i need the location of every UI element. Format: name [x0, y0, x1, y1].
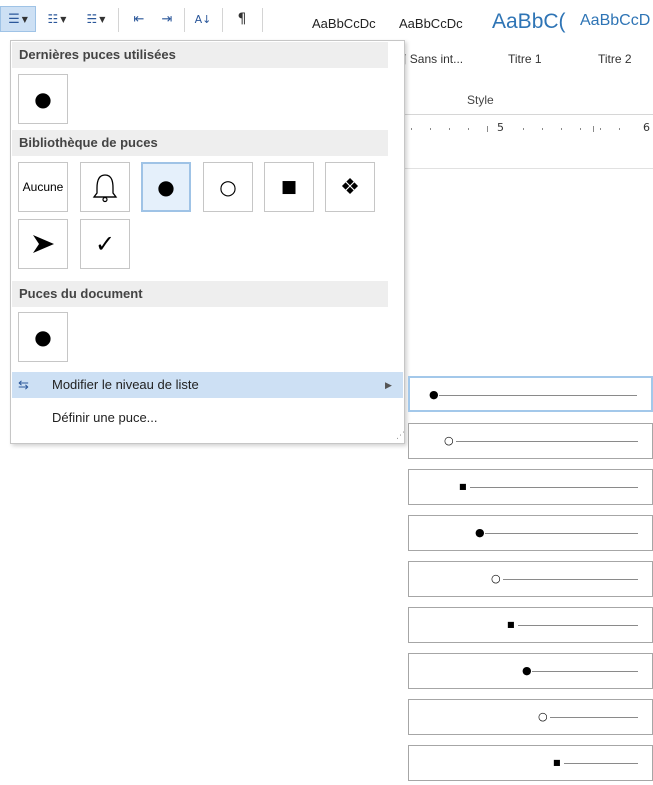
style-preview-heading2[interactable]: AaBbCcD [580, 12, 650, 30]
change-list-level-item[interactable]: ⇆ Modifier le niveau de liste ▶ [12, 372, 403, 398]
bullet-none-tile[interactable]: Aucune [18, 162, 68, 212]
list-level-6[interactable]: ■ [408, 607, 653, 643]
level-line [503, 579, 638, 580]
bullet-disc-tile[interactable]: ● [141, 162, 191, 212]
level-line [456, 441, 638, 442]
ribbon-bottom-border [403, 114, 653, 115]
list-level-2[interactable]: ○ [408, 423, 653, 459]
document-bullet-disc[interactable]: ● [18, 312, 68, 362]
bullet-library-dropdown: Dernières puces utilisées ● Bibliothèque… [10, 40, 405, 444]
bell-icon [92, 174, 118, 203]
define-bullet-item[interactable]: Définir une puce... [12, 405, 403, 431]
numbering-button[interactable]: ☷ ▼ [40, 6, 74, 32]
list-level-1[interactable]: ● [408, 376, 653, 412]
change-level-icon: ⇆ [18, 377, 29, 392]
define-bullet-label: Définir une puce... [52, 410, 158, 425]
increase-indent-icon: ⇥ [161, 11, 173, 27]
level-bullet: ○ [491, 572, 501, 585]
list-level-7[interactable]: ● [408, 653, 653, 689]
level-line [518, 625, 638, 626]
disc-bullet-icon: ● [157, 175, 175, 199]
level-line [550, 717, 638, 718]
toolbar-separator [184, 8, 185, 32]
change-list-level-label: Modifier le niveau de liste [52, 377, 199, 392]
ruler-ticks [411, 126, 620, 132]
increase-indent-button[interactable]: ⇥ [154, 6, 180, 32]
bullet-check-tile[interactable]: ✓ [80, 219, 130, 269]
style-name-no-spacing: ¶ Sans int... [400, 52, 464, 66]
arrowhead-bullet-icon [33, 235, 54, 253]
list-level-5[interactable]: ○ [408, 561, 653, 597]
list-level-3[interactable]: ■ [408, 469, 653, 505]
ruler-number-5: 5 [497, 121, 504, 134]
show-formatting-button[interactable]: ¶ [230, 6, 254, 32]
chevron-down-icon: ▼ [21, 14, 28, 24]
multilevel-list-icon: ☵ [86, 12, 98, 26]
chevron-down-icon: ▼ [99, 14, 106, 24]
disc-bullet-icon: ● [34, 87, 52, 111]
style-name-heading2: Titre 2 [598, 52, 632, 66]
circle-bullet-icon: ○ [219, 175, 237, 199]
level-line [564, 763, 638, 764]
list-level-9[interactable]: ■ [408, 745, 653, 781]
toolbar-separator [118, 8, 119, 32]
level-line [485, 533, 638, 534]
level-line [532, 671, 638, 672]
submenu-arrow-icon: ▶ [385, 380, 392, 390]
level-bullet: ○ [538, 710, 548, 723]
level-line [439, 395, 637, 396]
style-preview-no-spacing[interactable]: AaBbCcDc [399, 16, 463, 31]
bullet-circle-tile[interactable]: ○ [203, 162, 253, 212]
sort-button[interactable]: A↓ [190, 6, 216, 32]
decrease-indent-button[interactable]: ⇤ [126, 6, 152, 32]
level-bullet: ● [429, 388, 439, 401]
style-group-label: Style [467, 93, 494, 107]
numbering-icon: ☷ [47, 12, 59, 26]
style-preview-heading1[interactable]: AaBbC( [492, 10, 566, 34]
disc-bullet-icon: ● [34, 325, 52, 349]
ribbon-toolbar: ☰ ▼ ☷ ▼ ☵ ▼ ⇤ ⇥ A↓ ¶ AaBbCcDc AaBbCcDc AaBb… [0, 0, 653, 40]
pilcrow-icon: ¶ [237, 11, 247, 27]
level-bullet: ● [475, 526, 485, 539]
level-bullet: ● [522, 664, 532, 677]
sort-icon: A↓ [194, 12, 212, 26]
square-bullet-icon: ■ [280, 177, 298, 197]
recent-bullets-header: Dernières puces utilisées [12, 42, 388, 68]
bullets-icon: ☰ [8, 11, 20, 27]
bullet-bell-tile[interactable] [80, 162, 130, 212]
bullets-button[interactable]: ☰ ▼ [0, 6, 36, 32]
bullet-square-tile[interactable]: ■ [264, 162, 314, 212]
toolbar-separator [222, 8, 223, 32]
list-level-8[interactable]: ○ [408, 699, 653, 735]
style-preview-normal[interactable]: AaBbCcDc [312, 16, 376, 31]
bullet-diamond-tile[interactable]: ❖ [325, 162, 375, 212]
recent-bullet-disc[interactable]: ● [18, 74, 68, 124]
style-name-heading1: Titre 1 [508, 52, 542, 66]
level-bullet: ■ [507, 620, 515, 629]
bullet-library-header: Bibliothèque de puces [12, 130, 388, 156]
multilevel-list-button[interactable]: ☵ ▼ [78, 6, 114, 32]
level-bullet: ○ [444, 434, 454, 447]
chevron-down-icon: ▼ [60, 14, 67, 24]
check-bullet-icon: ✓ [94, 230, 116, 258]
ruler-number-6: 6 [643, 121, 650, 134]
level-bullet: ■ [459, 482, 467, 491]
document-bullets-header: Puces du document [12, 281, 388, 307]
diamond-bullet-icon: ❖ [340, 174, 360, 200]
list-level-4[interactable]: ● [408, 515, 653, 551]
toolbar-separator [262, 8, 263, 32]
none-label: Aucune [22, 180, 64, 194]
resize-grip-icon[interactable]: ⋰ [396, 431, 405, 441]
horizontal-ruler[interactable]: 5 6 [403, 120, 653, 138]
level-line [470, 487, 638, 488]
bullet-arrow-tile[interactable] [18, 219, 68, 269]
level-bullet: ■ [553, 758, 561, 767]
decrease-indent-icon: ⇤ [133, 11, 145, 27]
